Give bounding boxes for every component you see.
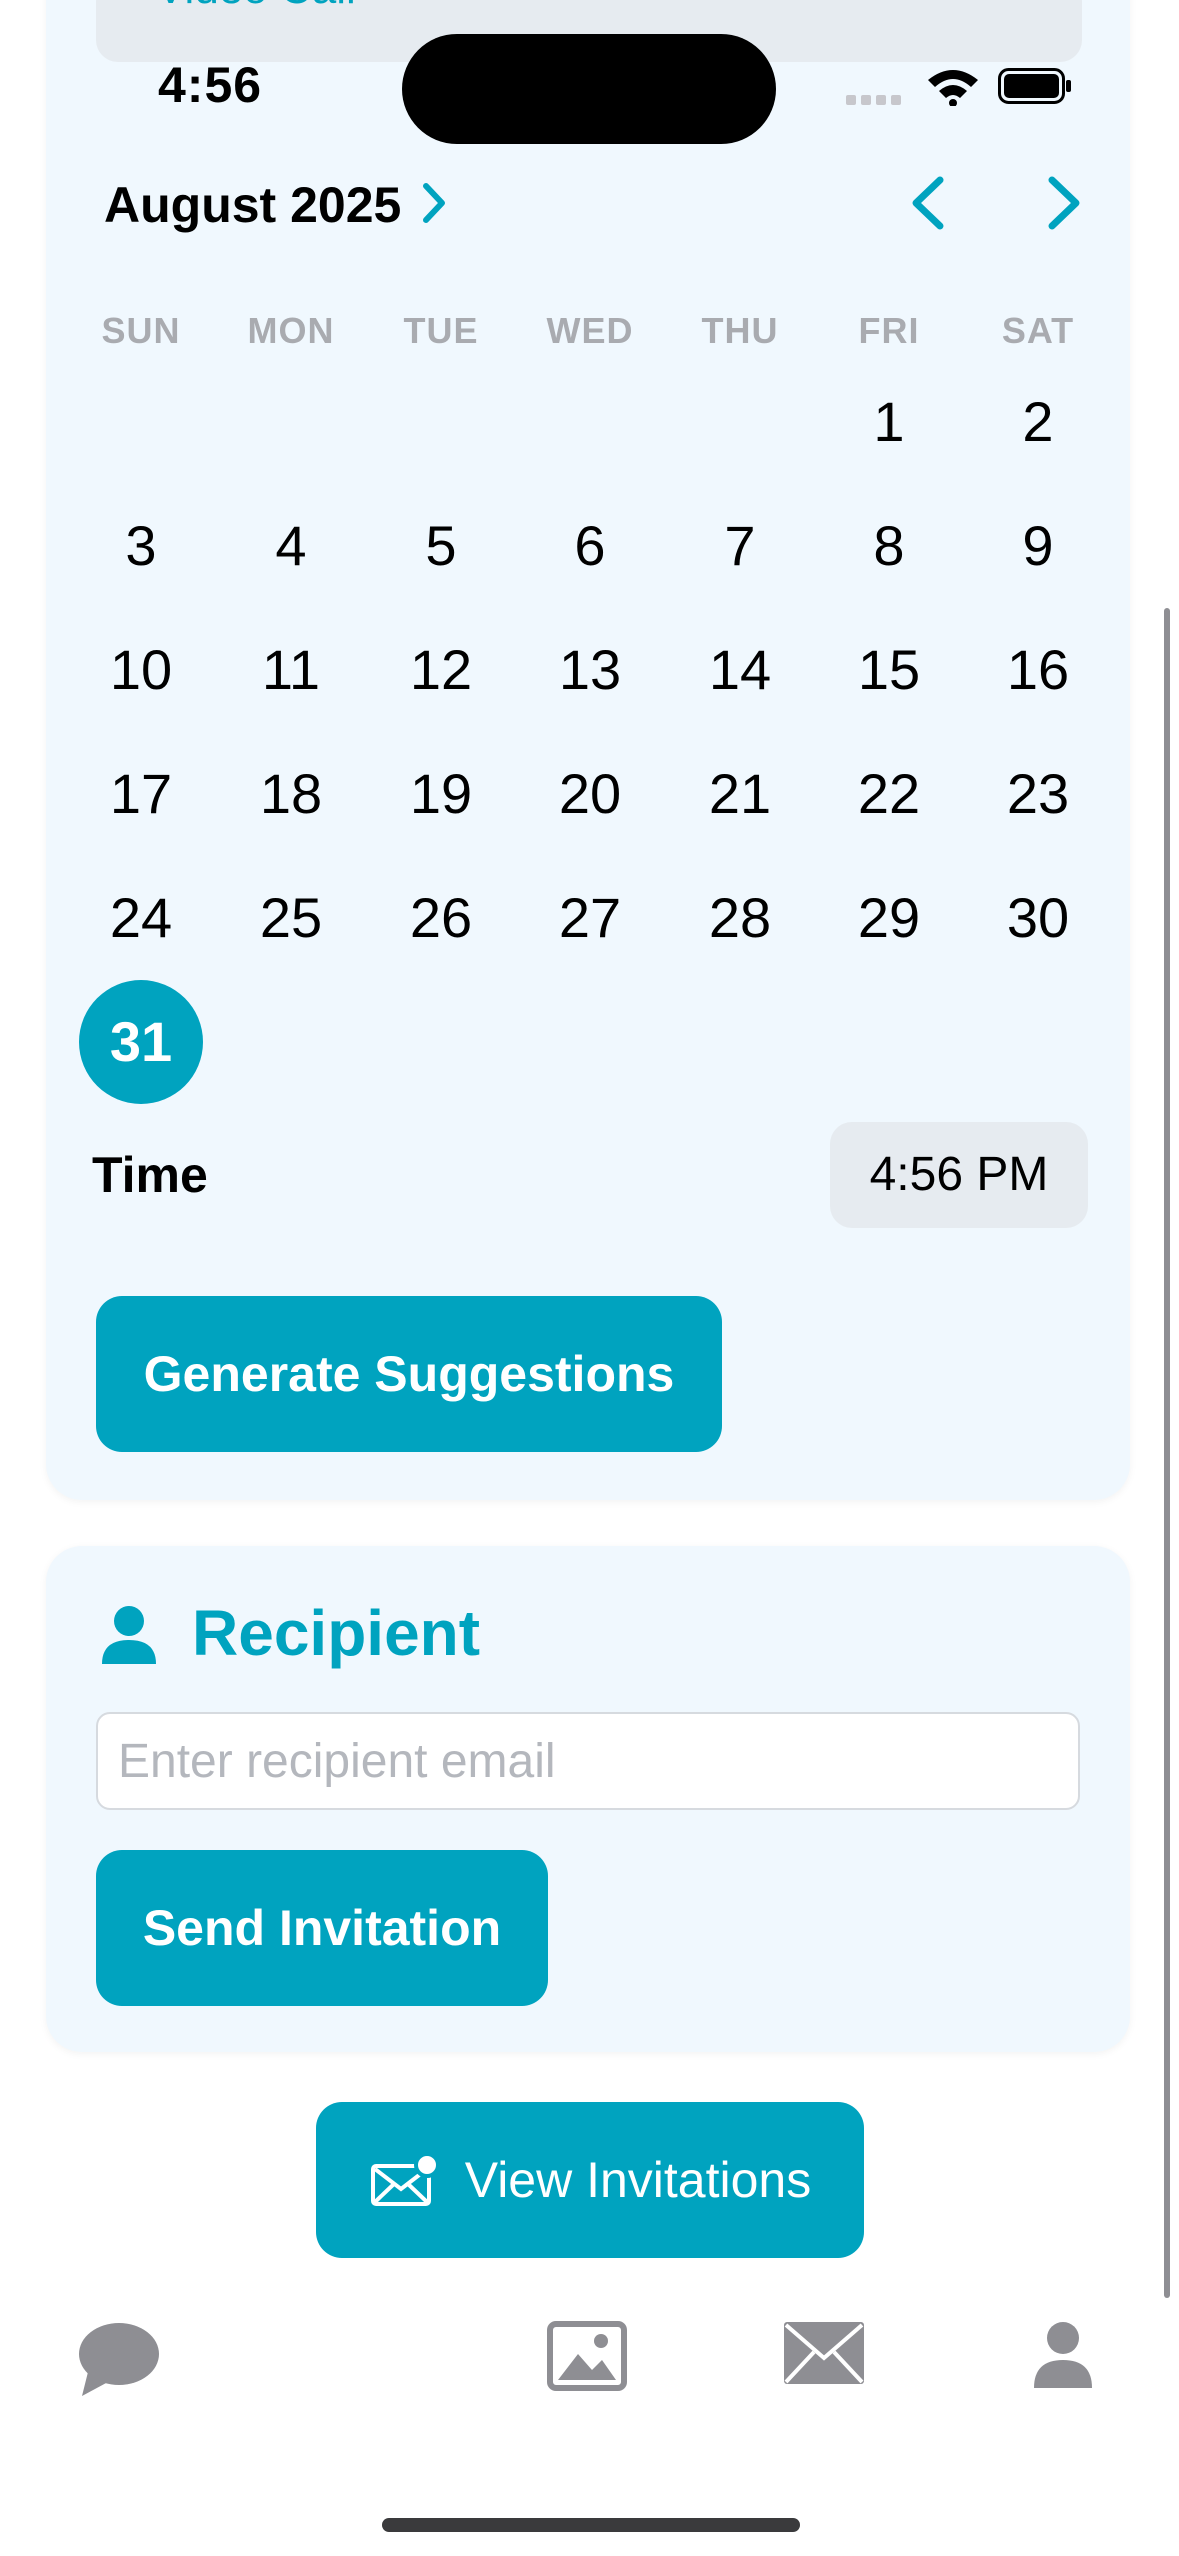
calendar-day[interactable]: 7 (680, 486, 800, 606)
battery-icon (998, 68, 1071, 104)
weekday-sun: SUN (101, 310, 181, 351)
calendar-day[interactable]: 29 (829, 858, 949, 978)
calendar-day[interactable]: 24 (81, 858, 201, 978)
calendar-day[interactable]: 25 (231, 858, 351, 978)
send-invitation-button[interactable]: Send Invitation (96, 1850, 548, 2006)
view-invitations-label: View Invitations (464, 2152, 812, 2208)
scrollbar[interactable] (1164, 608, 1170, 2298)
calendar-day[interactable]: 20 (530, 734, 650, 854)
calendar-day[interactable]: 17 (81, 734, 201, 854)
mail-badge-icon (370, 2152, 439, 2206)
calendar-day[interactable]: 22 (829, 734, 949, 854)
calendar-day[interactable]: 21 (680, 734, 800, 854)
time-label: Time (92, 1147, 208, 1203)
calendar-day[interactable]: 5 (381, 486, 501, 606)
calendar-day[interactable]: 1 (829, 362, 949, 482)
person-icon (102, 1606, 156, 1664)
next-month-icon[interactable] (1044, 174, 1084, 232)
calendar-day[interactable]: 9 (978, 486, 1098, 606)
calendar-day-selected[interactable]: 31 (79, 980, 203, 1104)
calendar-day[interactable]: 14 (680, 610, 800, 730)
weekday-mon: MON (247, 310, 335, 351)
calendar-day[interactable]: 12 (381, 610, 501, 730)
calendar-day[interactable]: 18 (231, 734, 351, 854)
calendar-day[interactable]: 3 (81, 486, 201, 606)
calendar-day[interactable]: 30 (978, 858, 1098, 978)
profile-icon[interactable] (1032, 2320, 1094, 2390)
calendar-day[interactable]: 15 (829, 610, 949, 730)
calendar-day[interactable]: 23 (978, 734, 1098, 854)
photo-icon[interactable] (546, 2320, 628, 2392)
calendar-day[interactable]: 19 (381, 734, 501, 854)
video-call-label: Video Call (156, 0, 356, 14)
chat-bubble-icon[interactable] (76, 2320, 162, 2402)
chevron-right-icon[interactable] (422, 182, 446, 224)
envelope-icon[interactable] (782, 2320, 866, 2386)
calendar-day[interactable]: 11 (231, 610, 351, 730)
weekday-tue: TUE (403, 310, 479, 351)
calendar-day[interactable]: 4 (231, 486, 351, 606)
calendar-day[interactable]: 26 (381, 858, 501, 978)
status-time: 4:56 (158, 57, 263, 113)
home-indicator[interactable] (382, 2518, 800, 2532)
recipient-email-input[interactable] (96, 1712, 1080, 1810)
month-label[interactable]: August 2025 (104, 176, 401, 234)
view-invitations-button[interactable]: View Invitations (316, 2102, 864, 2258)
calendar-day[interactable]: 27 (530, 858, 650, 978)
calendar-day[interactable]: 16 (978, 610, 1098, 730)
calendar-day[interactable]: 6 (530, 486, 650, 606)
recipient-title: Recipient (192, 1597, 481, 1669)
weekday-fri: FRI (858, 310, 920, 351)
weekday-thu: THU (701, 310, 779, 351)
dynamic-island (402, 34, 776, 144)
generate-suggestions-button[interactable]: Generate Suggestions (96, 1296, 722, 1452)
wifi-icon (928, 70, 978, 106)
previous-month-icon[interactable] (908, 174, 948, 232)
calendar-day[interactable]: 28 (680, 858, 800, 978)
time-picker[interactable]: 4:56 PM (830, 1122, 1088, 1228)
calendar-day[interactable]: 2 (978, 362, 1098, 482)
weekday-wed: WED (546, 310, 634, 351)
weekday-sat: SAT (1001, 310, 1075, 351)
calendar-day[interactable]: 13 (530, 610, 650, 730)
calendar-day[interactable]: 10 (81, 610, 201, 730)
cellular-signal-icon (846, 92, 906, 110)
calendar-day[interactable]: 8 (829, 486, 949, 606)
